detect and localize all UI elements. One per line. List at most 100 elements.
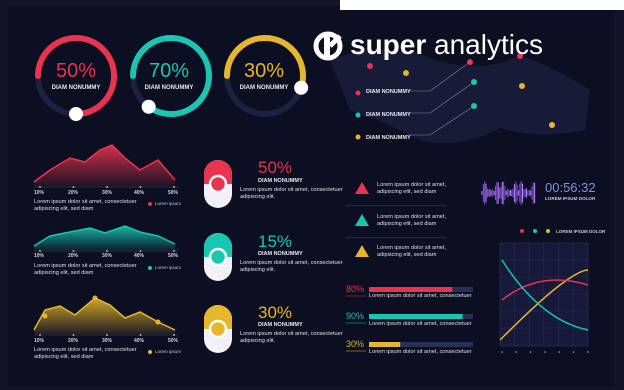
toggle-3-knob bbox=[208, 319, 228, 339]
graph-tick bbox=[572, 351, 575, 353]
toggle-1-text: Lorem ipsum dolor sit amet, consectetuer… bbox=[240, 187, 343, 200]
bar-3-value: 30% bbox=[346, 339, 365, 349]
a2-legend-dot bbox=[148, 265, 152, 270]
ring-2-label: DIAM NONUMMY bbox=[144, 85, 194, 91]
area-tick-dot bbox=[72, 334, 75, 336]
triangle-2-icon bbox=[355, 214, 369, 226]
toggle-2-text: Lorem ipsum dolor sit amet, consectetuer… bbox=[240, 260, 343, 273]
area-tick-dot bbox=[139, 186, 142, 188]
area-1-fill bbox=[34, 145, 175, 186]
area-tick-dot bbox=[72, 250, 75, 252]
triangle-3-icon bbox=[355, 245, 369, 257]
bar-3-caption: Lorem ipsum dolor sit amet, consectetuer bbox=[369, 349, 472, 355]
area-3-point bbox=[92, 295, 98, 301]
ring-1-value: 50% bbox=[55, 60, 97, 82]
triangle-3-text: Lorem ipsum dolor sit amet, adipiscing e… bbox=[377, 245, 447, 258]
divider bbox=[346, 237, 446, 238]
map-label-dot bbox=[355, 90, 361, 96]
graph-tick bbox=[587, 351, 589, 353]
graph-legend: LOREM IPSUM DOLOR bbox=[556, 229, 606, 234]
map-dot bbox=[403, 70, 409, 76]
area-3-point bbox=[42, 313, 48, 319]
graph-legend-dot bbox=[546, 229, 550, 233]
area-tick-dot bbox=[173, 250, 175, 252]
area-tick-dot bbox=[39, 334, 41, 336]
area-tick-dot bbox=[139, 250, 142, 252]
a1-tick-1: 10% bbox=[34, 190, 45, 196]
a2-legend-text: Lorem ipsum bbox=[155, 265, 182, 270]
ring-3-value: 30% bbox=[243, 60, 285, 82]
ring-1-knob bbox=[69, 107, 83, 121]
graph-legend-dot bbox=[520, 229, 524, 233]
bar-3-fill bbox=[369, 342, 401, 347]
graph-tick bbox=[515, 351, 518, 353]
graph-tick bbox=[501, 351, 503, 353]
ring-3: 30% DIAM NONUMMY bbox=[219, 60, 309, 91]
triangle-2-text: Lorem ipsum dolor sit amet, adipiscing e… bbox=[377, 214, 447, 227]
area-3-fill bbox=[34, 298, 175, 334]
a3-tick-3: 30% bbox=[102, 338, 113, 344]
a2-caption: Lorem ipsum dolor sit amet, consectetuer… bbox=[34, 263, 137, 276]
ring-2-value: 70% bbox=[148, 60, 190, 82]
triangle-1-text: Lorem ipsum dolor sit amet, adipiscing e… bbox=[377, 182, 447, 195]
map-dot bbox=[519, 83, 525, 89]
divider bbox=[346, 205, 446, 206]
bar-2-caption: Lorem ipsum dolor sit amet, consectetuer bbox=[369, 321, 472, 327]
toggle-1-knob bbox=[208, 174, 228, 194]
bar-2-fill bbox=[369, 314, 463, 319]
toggle-2-knob bbox=[208, 247, 228, 267]
toggle-1-value: 50% bbox=[258, 158, 293, 177]
ring-2: 70% DIAM NONUMMY bbox=[124, 60, 214, 91]
bar-2-value: 90% bbox=[346, 311, 365, 321]
a1-caption: Lorem ipsum dolor sit amet, consectetuer… bbox=[34, 199, 137, 212]
toggle-1-label: DIAM NONUMMY bbox=[258, 178, 303, 184]
timer-value: 00:56:32 bbox=[545, 180, 596, 195]
area-tick-dot bbox=[106, 334, 108, 336]
bar-1-caption: Lorem ipsum dolor sit amet, consectetuer bbox=[369, 293, 472, 299]
area-tick-dot bbox=[173, 186, 175, 188]
a1-tick-4: 40% bbox=[134, 190, 145, 196]
toggle-3-value: 30% bbox=[258, 303, 293, 322]
ring-3-label: DIAM NONUMMY bbox=[239, 85, 289, 91]
ring-1: 50% DIAM NONUMMY bbox=[31, 60, 121, 91]
map-label-dot bbox=[355, 112, 361, 118]
a3-legend-dot bbox=[148, 349, 152, 354]
a1-legend-text: Lorem ipsum bbox=[155, 201, 182, 206]
area-tick-dot bbox=[106, 250, 108, 252]
area-3-point bbox=[155, 319, 161, 325]
a1-legend-dot bbox=[148, 201, 152, 206]
graph-tick bbox=[558, 351, 560, 353]
graph-legend-dot bbox=[533, 229, 537, 233]
logo-icon bbox=[312, 30, 348, 66]
bar-1-fill bbox=[369, 287, 453, 292]
map-dot bbox=[367, 63, 373, 69]
timer-caption: LOREM IPSUM DOLOR bbox=[545, 196, 596, 201]
area-2-fill bbox=[34, 226, 175, 250]
a2-tick-4: 40% bbox=[134, 253, 145, 259]
a2-tick-3: 30% bbox=[102, 253, 113, 259]
map-label-dot bbox=[355, 134, 361, 140]
area-tick-dot bbox=[106, 186, 108, 188]
a3-tick-4: 40% bbox=[134, 338, 145, 344]
a1-tick-3: 30% bbox=[102, 190, 113, 196]
a2-tick-5: 50% bbox=[168, 253, 179, 259]
toggle-2-label: DIAM NONUMMY bbox=[258, 251, 303, 257]
a3-tick-5: 50% bbox=[168, 338, 179, 344]
map-dot bbox=[549, 122, 555, 128]
a3-legend: Lorem ipsum bbox=[148, 349, 181, 354]
a1-legend: Lorem ipsum bbox=[148, 201, 181, 206]
a3-caption: Lorem ipsum dolor sit amet, consectetuer… bbox=[34, 347, 137, 360]
map-label-2: DIAM NONUMMY bbox=[366, 112, 411, 118]
triangle-1-icon bbox=[355, 182, 369, 194]
brand-title: super analytics bbox=[350, 29, 543, 61]
area-tick-dot bbox=[39, 186, 41, 188]
map-label-1: DIAM NONUMMY bbox=[366, 89, 411, 95]
area-tick-dot bbox=[173, 334, 175, 336]
toggle-3-text: Lorem ipsum dolor sit amet, consectetuer… bbox=[240, 331, 343, 344]
toggle-2-value: 15% bbox=[258, 232, 293, 251]
area-tick-dot bbox=[139, 334, 142, 336]
a3-tick-2: 20% bbox=[68, 338, 79, 344]
map-label-3: DIAM NONUMMY bbox=[366, 135, 411, 141]
graph-tick bbox=[529, 351, 532, 353]
area-tick-dot bbox=[39, 250, 41, 252]
